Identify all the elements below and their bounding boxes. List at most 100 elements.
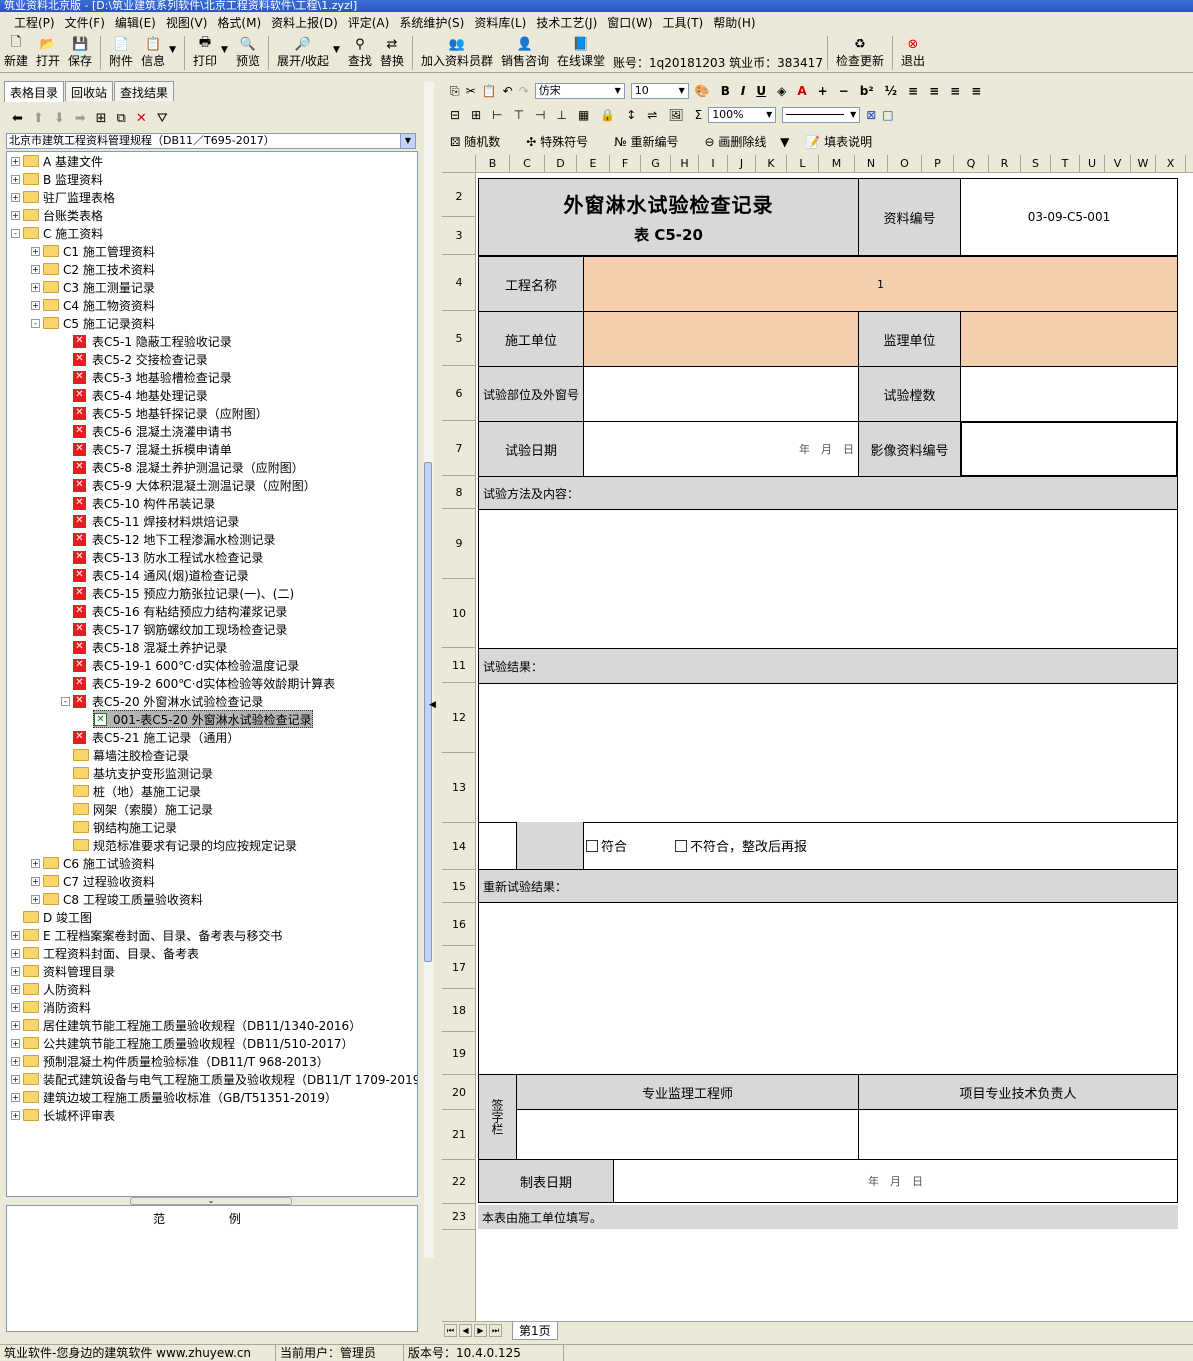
copy-icon[interactable]: ⧉ <box>117 111 126 126</box>
tree-item[interactable]: ✕ 表C5-4 地基处理记录 <box>73 386 208 404</box>
merge-cells-icon[interactable]: ⊟ <box>450 108 460 122</box>
image-no-field[interactable] <box>960 421 1178 477</box>
collapse-icon[interactable]: - <box>61 696 70 706</box>
collapse-icon[interactable]: - <box>31 318 40 328</box>
sheet-corner[interactable] <box>442 155 476 173</box>
tree-item[interactable]: + 人防资料 <box>11 980 91 998</box>
delete-row-icon[interactable]: ⊣ <box>535 108 545 122</box>
tab-search-results[interactable]: 查找结果 <box>114 81 175 101</box>
underline-icon[interactable]: U <box>756 84 766 98</box>
row-header[interactable]: 11 <box>442 648 476 683</box>
row-header[interactable]: 3 <box>442 217 476 255</box>
arrow-right-icon[interactable]: ➡ <box>75 111 86 126</box>
expand-icon[interactable]: + <box>11 984 20 994</box>
test-date-field[interactable]: 年 月 日 <box>583 421 859 477</box>
tree-item[interactable]: + 消防资料 <box>11 998 91 1016</box>
tree-item[interactable]: ✕ 表C5-3 地基验槽检查记录 <box>73 368 232 386</box>
menu-item[interactable]: 帮助(H) <box>713 14 755 31</box>
redo-icon[interactable]: ↷ <box>519 84 529 98</box>
info-dropdown-icon[interactable]: ▼ <box>169 33 176 55</box>
row-header[interactable]: 23 <box>442 1204 476 1230</box>
column-header[interactable]: X <box>1156 155 1186 173</box>
column-header[interactable]: C <box>510 155 545 173</box>
column-header[interactable]: N <box>855 155 888 173</box>
undo-icon[interactable]: ↶ <box>503 84 513 98</box>
tree-item[interactable]: ✕ 表C5-2 交接检查记录 <box>73 350 208 368</box>
tree-item[interactable]: ✕ 表C5-11 焊接材料烘焙记录 <box>73 512 239 530</box>
column-header[interactable]: E <box>577 155 610 173</box>
tree-item[interactable]: + 居住建筑节能工程施工质量验收规程（DB11/1340-2016） <box>11 1016 361 1034</box>
tree-item[interactable]: ✕ 表C5-8 混凝土养护测温记录（应附图） <box>73 458 304 476</box>
result-field[interactable] <box>478 683 1178 823</box>
tree-item[interactable]: ✕ 表C5-17 钢筋螺纹加工现场检查记录 <box>73 620 287 638</box>
split-cells-icon[interactable]: ⊞ <box>471 108 481 122</box>
menu-item[interactable]: 工程(P) <box>14 14 55 31</box>
border-icon[interactable]: ⊠ <box>866 108 876 122</box>
collapse-left-icon[interactable]: ◀ <box>429 700 437 716</box>
replace-button[interactable]: ⇄ 替换 <box>376 33 408 71</box>
tree-item[interactable]: ✕ 表C5-10 构件吊装记录 <box>73 494 215 512</box>
fill-help-button[interactable]: 📝 填表说明 <box>805 133 882 150</box>
tree-item[interactable]: + 资料管理目录 <box>11 962 115 980</box>
align-right-icon[interactable]: ≡ <box>950 84 960 98</box>
copy-format-icon[interactable]: ⎘ <box>450 84 460 99</box>
conform-checkbox[interactable] <box>586 839 598 852</box>
add-table-icon[interactable]: ⊞ <box>96 111 107 126</box>
expand-collapse-button[interactable]: 🔎 展开/收起 <box>273 33 333 71</box>
tree-item[interactable]: ✕ 表C5-14 通风(烟)道检查记录 <box>73 566 249 584</box>
delete-col-icon[interactable]: ⊥ <box>556 108 566 122</box>
attach-button[interactable]: 📄 附件 <box>105 33 137 71</box>
column-header[interactable]: S <box>1021 155 1051 173</box>
menu-item[interactable]: 窗口(W) <box>607 14 652 31</box>
tree-item[interactable]: + 预制混凝土构件质量检验标准（DB11/T 968-2013） <box>11 1052 329 1070</box>
find-button[interactable]: ⚲ 查找 <box>344 33 376 71</box>
tree-item[interactable]: + 建筑边坡工程施工质量验收标准（GB/T51351-2019） <box>11 1088 337 1106</box>
tree-item[interactable]: + C1 施工管理资料 <box>31 242 155 260</box>
row-header[interactable]: 17 <box>442 946 476 989</box>
row-header[interactable]: 18 <box>442 989 476 1032</box>
row-header[interactable]: 22 <box>442 1160 476 1204</box>
column-header[interactable]: P <box>922 155 954 173</box>
tree-item[interactable]: ✕ 表C5-12 地下工程渗漏水检测记录 <box>73 530 275 548</box>
expand-icon[interactable]: + <box>11 156 20 166</box>
expand-icon[interactable]: + <box>11 1074 20 1084</box>
renumber-button[interactable]: № 重新编号 <box>614 133 688 150</box>
column-header[interactable]: Q <box>954 155 989 173</box>
tree-item[interactable]: - C 施工资料 <box>11 224 103 242</box>
expand-dropdown-icon[interactable]: ▼ <box>333 33 340 55</box>
justify-icon[interactable]: ≡ <box>971 84 981 98</box>
tree-item[interactable]: + A 基建文件 <box>11 152 103 170</box>
engineer-sign-field[interactable] <box>516 1109 859 1160</box>
paste-icon[interactable]: 📋 <box>482 84 497 98</box>
tree-item[interactable]: 桩（地）基施工记录 <box>73 782 201 800</box>
expand-icon[interactable]: + <box>31 300 40 310</box>
tree-item[interactable]: 钢结构施工记录 <box>73 818 177 836</box>
column-header[interactable]: V <box>1105 155 1131 173</box>
tree-item[interactable]: 规范标准要求有记录的均应按规定记录 <box>73 836 297 854</box>
nonconform-checkbox[interactable] <box>675 839 688 852</box>
check-update-button[interactable]: ♻ 检查更新 <box>832 33 888 71</box>
font-select[interactable]: 仿宋 ▼ <box>534 83 625 99</box>
row-header[interactable]: 6 <box>442 366 476 421</box>
first-page-icon[interactable]: ⏮ <box>444 1324 457 1337</box>
builder-field[interactable] <box>583 311 859 367</box>
expand-icon[interactable]: + <box>11 1038 20 1048</box>
expand-icon[interactable]: + <box>11 1020 20 1030</box>
prev-page-icon[interactable]: ◀ <box>459 1324 472 1337</box>
menu-item[interactable]: 系统维护(S) <box>399 14 464 31</box>
tree-item[interactable]: + 长城杯评审表 <box>11 1106 115 1124</box>
tree-item[interactable]: + 台账类表格 <box>11 206 103 224</box>
menu-item[interactable]: 视图(V) <box>166 14 208 31</box>
column-header[interactable]: R <box>989 155 1021 173</box>
tree-item[interactable]: + C8 工程竣工质量验收资料 <box>31 890 203 908</box>
expand-icon[interactable]: + <box>31 246 40 256</box>
row-header[interactable]: 20 <box>442 1075 476 1110</box>
last-page-icon[interactable]: ⏭ <box>489 1324 502 1337</box>
join-group-button[interactable]: 👥 加入资料员群 <box>417 33 497 71</box>
tech-lead-sign-field[interactable] <box>858 1109 1178 1160</box>
row-header[interactable]: 14 <box>442 823 476 870</box>
filter-icon[interactable]: ⛛ <box>157 111 168 126</box>
row-header[interactable]: 16 <box>442 903 476 946</box>
row-header[interactable]: 10 <box>442 579 476 648</box>
expand-icon[interactable]: + <box>11 1002 20 1012</box>
